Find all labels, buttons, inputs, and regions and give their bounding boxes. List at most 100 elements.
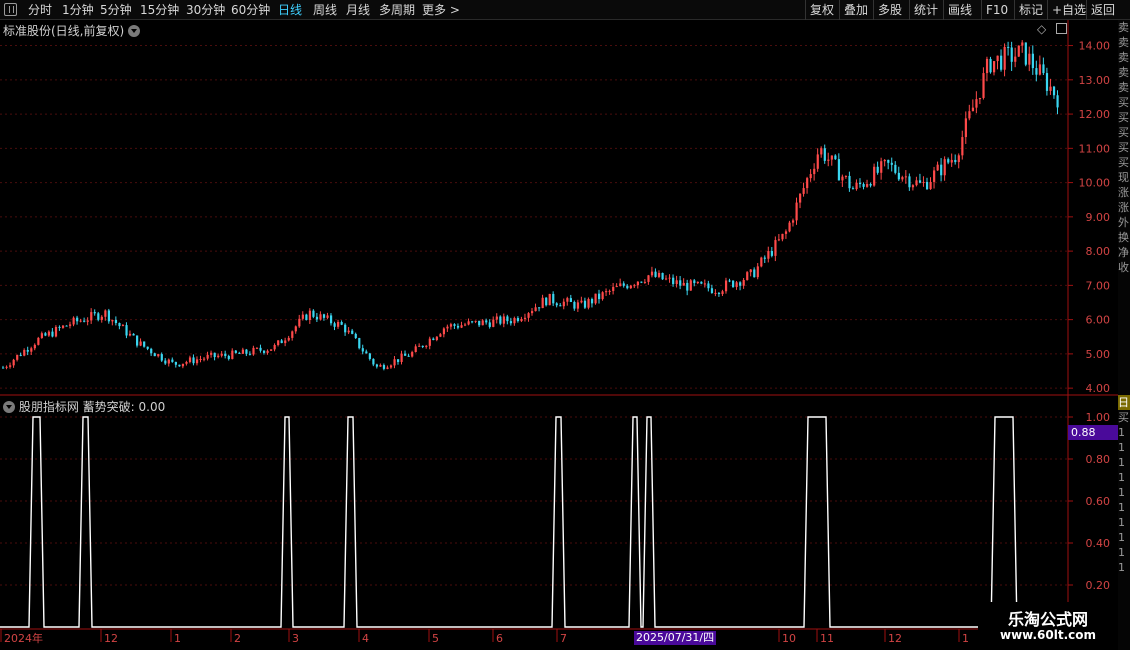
- candle-body: [333, 323, 336, 327]
- candle-body: [456, 325, 460, 328]
- candle-body: [192, 357, 195, 364]
- candle-body: [471, 321, 474, 323]
- indicator-title: 股朋指标网 蓄势突破: 0.00: [18, 400, 166, 414]
- candle-body: [199, 358, 202, 360]
- candle-body: [626, 285, 629, 289]
- candle-body: [880, 161, 883, 173]
- period-tab-2[interactable]: 5分钟: [100, 2, 132, 18]
- side-label: 卖: [1118, 81, 1129, 94]
- candle-body: [851, 188, 855, 190]
- candle-body: [485, 320, 488, 323]
- candle-body: [389, 365, 393, 368]
- candle-body: [989, 58, 992, 73]
- candle-body: [382, 365, 386, 369]
- candle-body: [562, 301, 565, 307]
- candle-body: [1003, 46, 1006, 70]
- period-tab-8[interactable]: 月线: [346, 2, 370, 18]
- candle-body: [633, 285, 636, 287]
- period-tab-5[interactable]: 60分钟: [231, 2, 270, 18]
- toolbar-action-0[interactable]: 复权: [810, 2, 834, 18]
- kline-chart-area[interactable]: 14.0013.0012.0011.0010.009.008.007.006.0…: [0, 20, 1118, 650]
- side-label: 买: [1118, 96, 1129, 109]
- candle-body: [538, 307, 541, 309]
- candle-body: [322, 314, 326, 318]
- toolbar-action-8[interactable]: 返回: [1091, 2, 1115, 18]
- period-tab-9[interactable]: 多周期: [379, 2, 415, 18]
- menu-icon[interactable]: [4, 3, 17, 16]
- candle-body: [947, 159, 950, 163]
- x-tick-label: 1: [174, 632, 181, 645]
- y-tick-label: 0.40: [1086, 537, 1111, 550]
- x-tick-label: 1: [962, 632, 969, 645]
- candle-body: [351, 330, 354, 334]
- candle-body: [421, 345, 424, 347]
- period-tab-4[interactable]: 30分钟: [186, 2, 225, 18]
- candle-body: [650, 271, 654, 276]
- y-tick-label: 8.00: [1086, 245, 1111, 258]
- y-tick-label: 7.00: [1086, 279, 1111, 292]
- candle-body: [954, 159, 957, 163]
- toolbar-action-7[interactable]: +自选: [1052, 2, 1086, 18]
- y-tick-label: 12.00: [1079, 108, 1111, 121]
- period-tab-10[interactable]: 更多 >: [422, 2, 460, 18]
- candle-body: [344, 324, 347, 333]
- candle-body: [238, 352, 241, 354]
- candle-body: [277, 340, 280, 346]
- toolbar-action-1[interactable]: 叠加: [844, 2, 868, 18]
- period-tab-0[interactable]: 分时: [28, 2, 52, 18]
- y-tick-label: 9.00: [1086, 211, 1111, 224]
- x-tick-label: 11: [820, 632, 834, 645]
- period-tab-1[interactable]: 1分钟: [62, 2, 94, 18]
- panel-toggle-icon[interactable]: [1056, 23, 1068, 34]
- toolbar-action-4[interactable]: 画线: [948, 2, 972, 18]
- period-tab-3[interactable]: 15分钟: [140, 2, 179, 18]
- toolbar-action-2[interactable]: 多股: [878, 2, 902, 18]
- toolbar-separator: [873, 0, 874, 20]
- candle-body: [150, 348, 153, 354]
- candle-body: [407, 355, 410, 357]
- candle-body: [975, 99, 978, 108]
- candle-body: [329, 315, 333, 324]
- candle-body: [714, 292, 717, 294]
- candle-body: [319, 314, 322, 320]
- toolbar-action-6[interactable]: 标记: [1019, 2, 1043, 18]
- candle-body: [866, 184, 869, 187]
- candle-body: [1017, 45, 1020, 57]
- candle-body: [185, 361, 188, 364]
- y-tick-label: 0.60: [1086, 495, 1111, 508]
- candle-body: [284, 340, 287, 344]
- candle-body: [414, 346, 417, 353]
- candle-body: [111, 319, 114, 322]
- candle-body: [499, 316, 502, 324]
- candle-body: [918, 180, 922, 183]
- candle-body: [590, 299, 594, 304]
- chevron-down-icon[interactable]: [3, 401, 15, 413]
- y-tick-label: 13.00: [1079, 74, 1111, 87]
- candle-body: [837, 159, 841, 181]
- toolbar-action-5[interactable]: F10: [986, 2, 1008, 18]
- diamond-icon[interactable]: ◇: [1037, 22, 1046, 36]
- candle-body: [657, 272, 661, 277]
- side-label: 买: [1118, 156, 1129, 169]
- x-tick-label: 3: [292, 632, 299, 645]
- candle-body: [164, 360, 167, 364]
- candle-body: [79, 320, 82, 322]
- candle-body: [217, 355, 220, 358]
- candle-body: [534, 307, 537, 312]
- candle-body: [266, 350, 269, 353]
- candle-body: [897, 172, 900, 180]
- chevron-down-icon[interactable]: [128, 25, 141, 37]
- candle-body: [58, 326, 61, 328]
- candle-body: [33, 344, 36, 349]
- candle-body: [707, 283, 710, 289]
- candle-body: [1052, 86, 1056, 96]
- period-tab-7[interactable]: 周线: [313, 2, 337, 18]
- candle-body: [326, 315, 329, 318]
- candle-body: [788, 222, 791, 232]
- period-tab-6[interactable]: 日线: [278, 2, 302, 18]
- candle-body: [65, 325, 68, 327]
- candle-body: [1056, 95, 1059, 108]
- toolbar-action-3[interactable]: 统计: [914, 2, 938, 18]
- candle-body: [509, 321, 513, 324]
- candle-body: [978, 97, 982, 100]
